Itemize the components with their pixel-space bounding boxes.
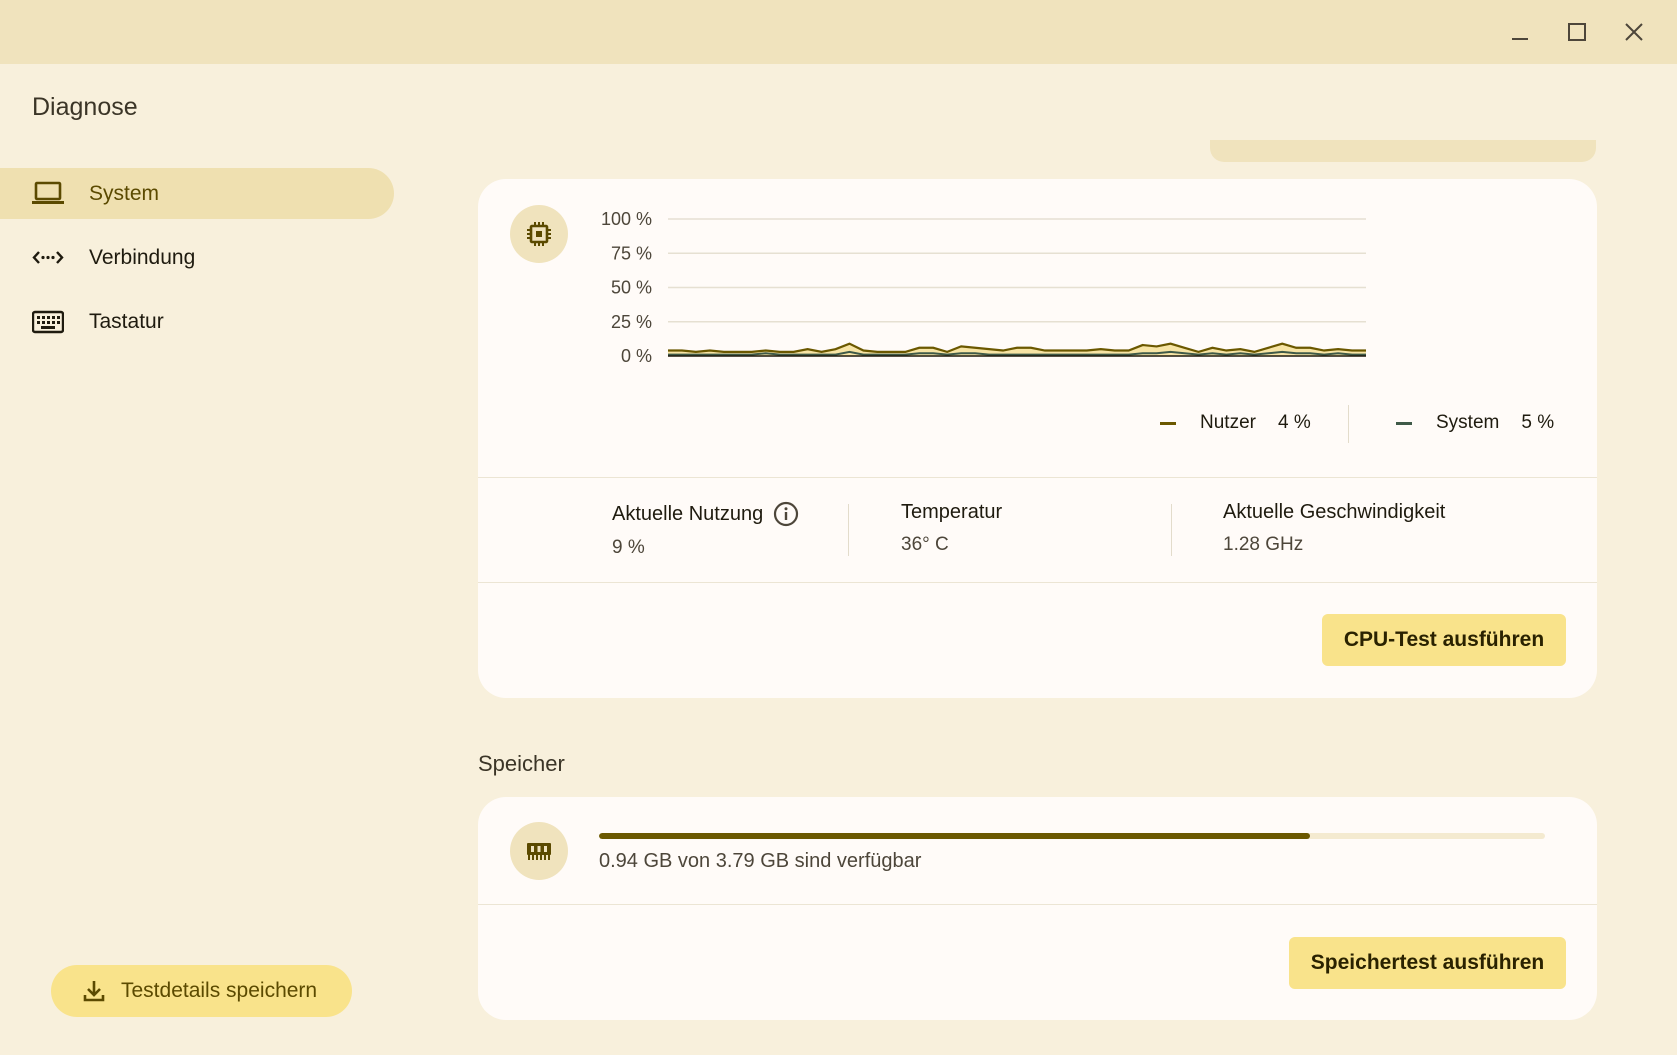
legend-swatch xyxy=(1160,421,1176,425)
divider xyxy=(478,904,1597,905)
sidebar-item-verbindung[interactable]: Verbindung xyxy=(0,232,394,283)
run-memory-test-button[interactable]: Speichertest ausführen xyxy=(1289,937,1566,989)
sidebar-item-system[interactable]: System xyxy=(0,168,394,219)
y-tick-label: 0 % xyxy=(621,346,652,366)
memory-summary: 0.94 GB von 3.79 GB sind verfügbar xyxy=(599,850,922,872)
minimize-icon xyxy=(1512,38,1528,40)
stat-current-usage: Aktuelle Nutzung 9 % xyxy=(612,501,799,559)
stat-label: Aktuelle Geschwindigkeit xyxy=(1223,501,1446,523)
stat-value: 9 % xyxy=(612,537,645,558)
close-icon xyxy=(1625,23,1643,41)
stat-label: Temperatur xyxy=(901,501,1003,523)
legend-swatch xyxy=(1396,421,1412,425)
save-button-label: Testdetails speichern xyxy=(121,979,318,1002)
keyboard-icon xyxy=(32,310,64,334)
legend-item-system: System 5 % xyxy=(1396,412,1554,434)
app-title: Diagnose xyxy=(32,93,138,121)
sidebar-item-label: Tastatur xyxy=(89,309,164,333)
legend-label: System xyxy=(1436,412,1500,433)
stat-value: 36° C xyxy=(901,534,949,555)
y-tick-label: 75 % xyxy=(611,243,652,263)
legend-item-nutzer: Nutzer 4 % xyxy=(1160,412,1311,434)
stat-label: Aktuelle Nutzung xyxy=(612,502,764,525)
connection-icon xyxy=(32,251,64,264)
legend-value: 4 % xyxy=(1277,412,1311,433)
minimize-button[interactable] xyxy=(1502,14,1538,50)
cpu-chip-icon xyxy=(527,222,551,246)
stat-separator xyxy=(848,504,849,556)
section-title-speicher: Speicher xyxy=(478,751,565,776)
memory-usage-bar xyxy=(599,833,1545,839)
legend-label: Nutzer xyxy=(1200,412,1256,433)
memory-chip-icon xyxy=(527,843,551,860)
legend-value: 5 % xyxy=(1521,412,1555,433)
title-bar xyxy=(0,0,1677,64)
divider xyxy=(478,477,1597,478)
stat-current-speed: Aktuelle Geschwindigkeit 1.28 GHz xyxy=(1223,501,1445,556)
cpu-icon-badge xyxy=(510,205,568,263)
memory-icon-badge xyxy=(510,822,568,880)
run-cpu-test-button[interactable]: CPU-Test ausführen xyxy=(1322,614,1566,666)
y-tick-label: 100 % xyxy=(601,209,652,229)
info-icon[interactable] xyxy=(773,501,799,527)
stat-value: 1.28 GHz xyxy=(1223,534,1304,555)
laptop-icon xyxy=(32,181,64,204)
memory-card: 0.94 GB von 3.79 GB sind verfügbar Speic… xyxy=(478,797,1597,1020)
divider xyxy=(478,582,1597,583)
save-test-details-button[interactable]: Testdetails speichern xyxy=(51,965,352,1017)
stat-separator xyxy=(1171,504,1172,556)
y-tick-label: 50 % xyxy=(611,278,652,298)
cpu-card: 100 % 75 % 50 % 25 % 0 % Nutzer 4 % System 5… xyxy=(478,179,1597,698)
stat-temperature: Temperatur 36° C xyxy=(901,501,1002,556)
download-icon xyxy=(83,981,105,1002)
legend-divider xyxy=(1348,405,1349,443)
stat-label-wrap: Aktuelle Nutzung xyxy=(612,501,799,527)
sidebar-item-label: System xyxy=(89,181,160,205)
sidebar-item-label: Verbindung xyxy=(89,245,196,269)
maximize-icon xyxy=(1568,23,1586,41)
y-tick-label: 25 % xyxy=(611,312,652,332)
close-button[interactable] xyxy=(1616,14,1652,50)
memory-usage-fill xyxy=(599,833,1311,839)
sidebar-item-tastatur[interactable]: Tastatur xyxy=(0,296,394,347)
maximize-button[interactable] xyxy=(1559,14,1595,50)
scrolled-content-edge xyxy=(1210,140,1596,162)
cpu-usage-chart: 100 % 75 % 50 % 25 % 0 % xyxy=(601,209,1366,366)
